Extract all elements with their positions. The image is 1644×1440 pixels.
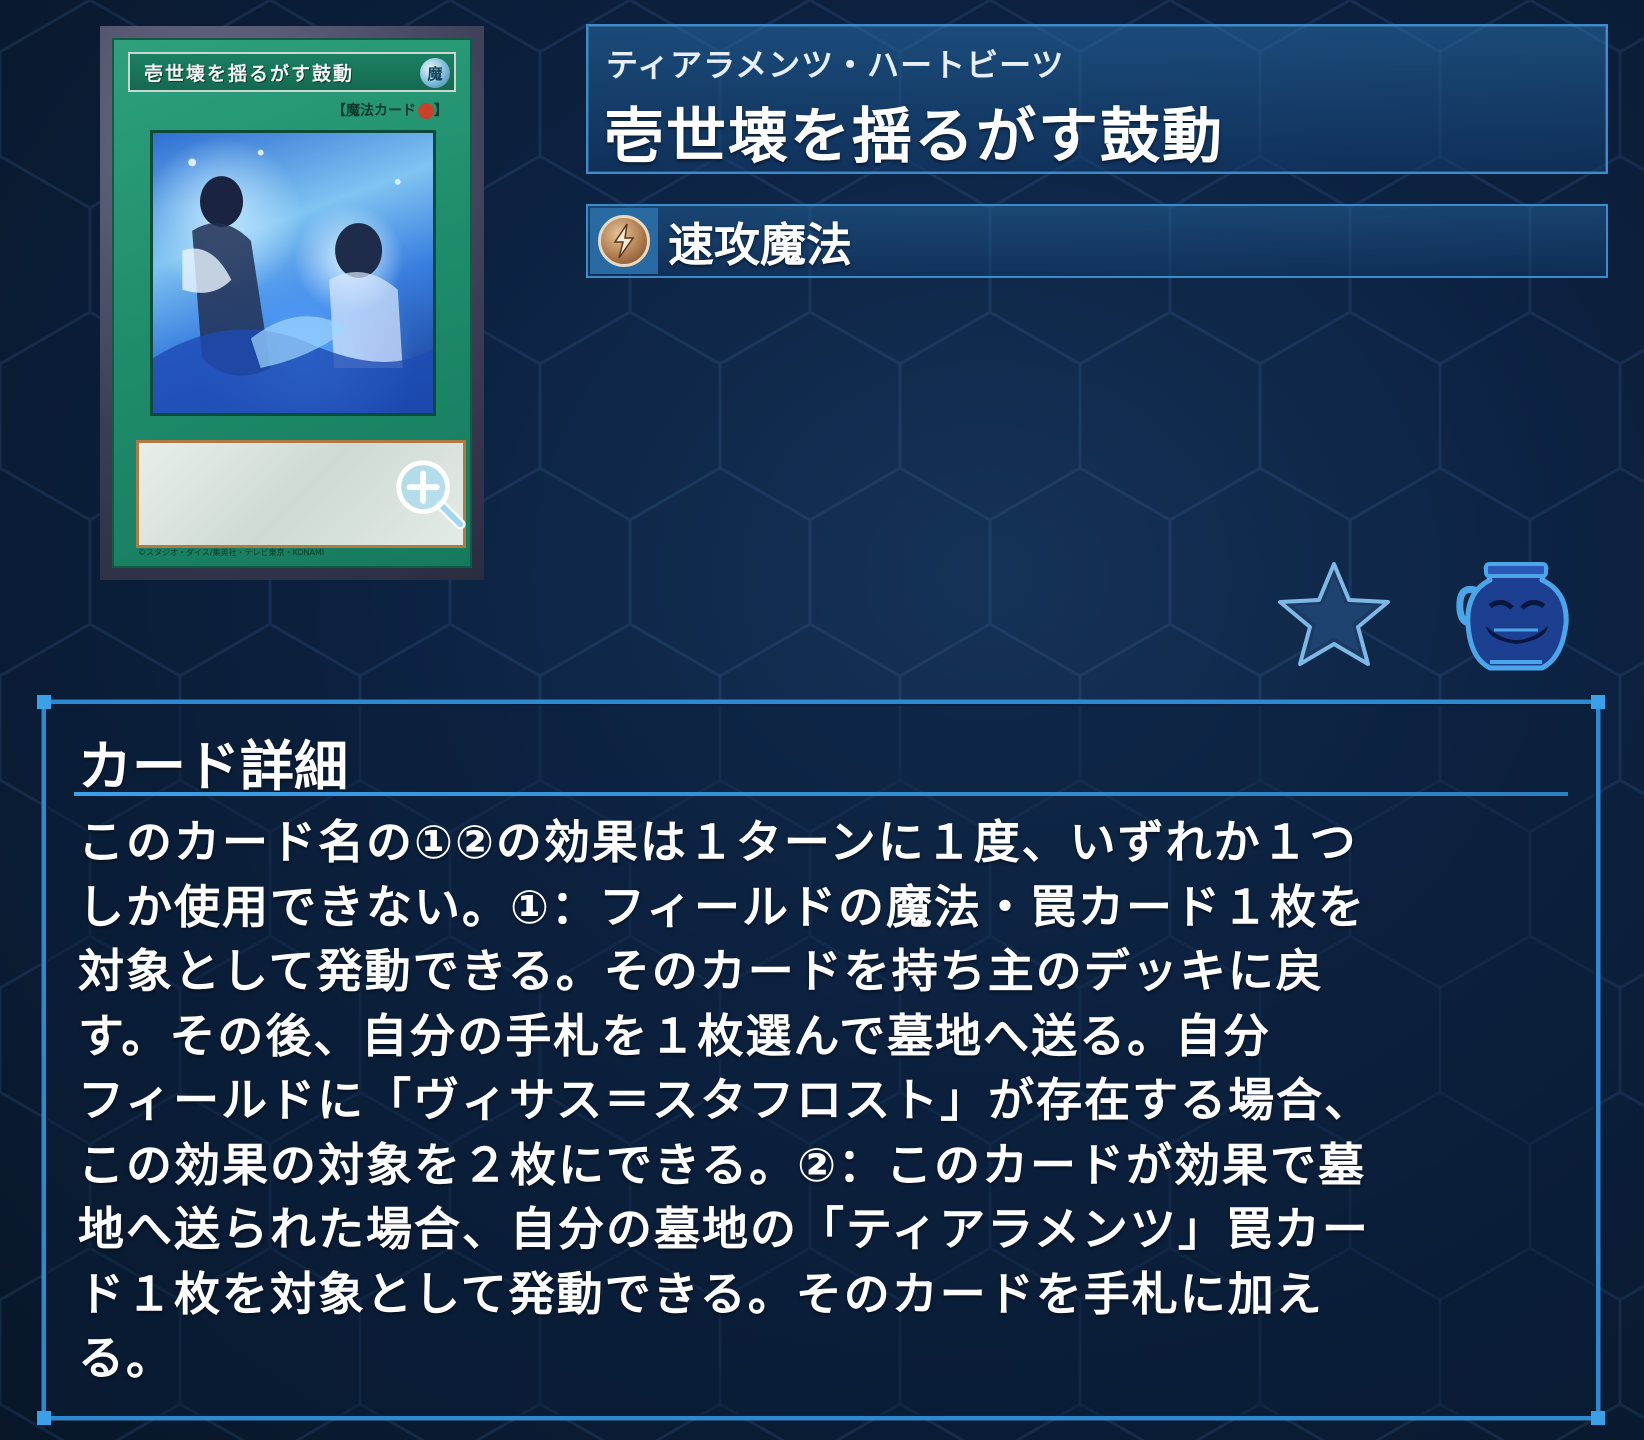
panel-corner	[1591, 695, 1605, 709]
effect-line: しか使用できない。①：フィールドの魔法・罠カード１枚を	[78, 879, 1367, 934]
card-type-label: 速攻魔法	[668, 218, 852, 272]
star-icon[interactable]	[1276, 558, 1392, 670]
pot-of-greed-icon[interactable]	[1450, 562, 1580, 674]
effect-line: この効果の対象を２枚にできる。②：このカードが効果で墓	[78, 1137, 1367, 1192]
card-effect-text: このカード名の①②の効果は１ターンに１度、いずれか１つ しか使用できない。①：フ…	[78, 810, 1538, 1391]
effect-line: す。その後、自分の手札を１枚選んで墓地へ送る。自分	[78, 1008, 1272, 1063]
heading-divider	[74, 792, 1568, 796]
card-name-title: 壱世壊を揺るがす鼓動	[604, 102, 1224, 172]
spell-attribute-icon: 魔	[420, 58, 450, 88]
effect-line: 対象として発動できる。そのカードを持ち主のデッキに戻	[78, 944, 1324, 998]
effect-line: 地へ送られた場合、自分の墓地の「ティアラメンツ」罠カー	[78, 1202, 1370, 1256]
card-copyright: ©スタジオ・ダイス/集英社・テレビ東京・KONAMI	[138, 548, 325, 557]
quick-play-spell-icon	[598, 215, 650, 267]
card-face-type-line: 【魔法カード】	[332, 103, 448, 119]
card-title-panel: ティアラメンツ・ハートビーツ 壱世壊を揺るがす鼓動	[586, 24, 1608, 174]
detail-heading: カード詳細	[78, 735, 348, 798]
card-image[interactable]: 壱世壊を揺るがす鼓動 魔 【魔法カード】 ©スタジオ・ダイス/集英社・テレビ東京…	[100, 26, 484, 580]
effect-line: る。	[78, 1331, 174, 1385]
card-type-panel: 速攻魔法	[586, 204, 1608, 278]
panel-corner	[37, 695, 51, 709]
effect-line: このカード名の①②の効果は１ターンに１度、いずれか１つ	[78, 815, 1358, 869]
effect-line: フィールドに「ヴィサス＝スタフロスト」が存在する場合、	[78, 1073, 1373, 1127]
card-artwork	[150, 130, 436, 416]
card-detail-panel: カード詳細 このカード名の①②の効果は１ターンに１度、いずれか１つ しか使用でき…	[37, 695, 1605, 1425]
card-name-ruby: ティアラメンツ・ハートビーツ	[606, 46, 1065, 84]
panel-corner	[1591, 1411, 1605, 1425]
panel-corner	[37, 1411, 51, 1425]
effect-line: ド１枚を対象として発動できる。そのカードを手札に加え	[78, 1266, 1324, 1321]
quick-play-mini-icon	[418, 103, 434, 119]
type-icon-background	[590, 208, 658, 274]
card-face-name: 壱世壊を揺るがす鼓動	[144, 62, 355, 85]
zoom-icon[interactable]	[390, 454, 468, 532]
card-name-box: 壱世壊を揺るがす鼓動 魔	[128, 52, 456, 92]
